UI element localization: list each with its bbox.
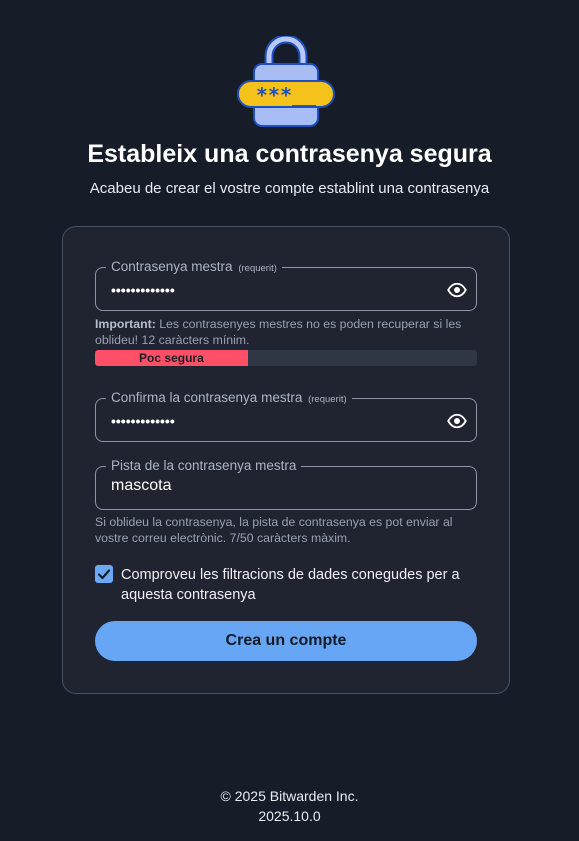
password-hint-note: Si oblideu la contrasenya, la pista de c… (95, 515, 453, 545)
password-hint-legend: Pista de la contrasenya mestra (106, 458, 302, 474)
password-hint-value[interactable]: mascota (111, 477, 171, 495)
password-hint-field[interactable]: Pista de la contrasenya mestra mascota (95, 458, 477, 510)
lock-password-mask: ***__ (256, 83, 317, 107)
footer-version: 2025.10.0 (258, 808, 321, 824)
confirm-password-label: Confirma la contrasenya mestra (111, 390, 303, 405)
breach-check-checkbox[interactable] (95, 565, 113, 583)
master-password-masked-value[interactable]: ••••••••••••• (111, 283, 175, 297)
eye-icon[interactable] (447, 280, 467, 300)
create-account-button[interactable]: Crea un compte (95, 621, 477, 661)
confirm-password-masked-value[interactable]: ••••••••••••• (111, 414, 175, 428)
required-tag: (requerit) (308, 394, 347, 405)
page-title: Estableix una contrasenya segura (87, 140, 492, 168)
master-password-field[interactable]: Contrasenya mestra (requerit) ••••••••••… (95, 259, 477, 311)
password-strength-bar: Poc segura (95, 350, 248, 366)
master-password-legend: Contrasenya mestra (requerit) (106, 259, 282, 277)
page-subtitle: Acabeu de crear el vostre compte establi… (89, 180, 490, 197)
password-strength-meter: Poc segura (95, 350, 477, 366)
lock-password-icon: ***__ (237, 36, 335, 127)
master-password-note: Important: Les contrasenyes mestres no e… (95, 316, 479, 348)
password-hint-label: Pista de la contrasenya mestra (111, 458, 297, 473)
confirm-password-legend: Confirma la contrasenya mestra (requerit… (106, 390, 352, 408)
eye-icon[interactable] (447, 411, 467, 431)
note-important: Important: (95, 317, 156, 331)
set-password-card: Contrasenya mestra (requerit) ••••••••••… (62, 226, 510, 694)
breach-check-label[interactable]: Comproveu les filtracions de dades coneg… (121, 565, 471, 605)
master-password-label: Contrasenya mestra (111, 259, 233, 274)
confirm-password-field[interactable]: Confirma la contrasenya mestra (requerit… (95, 390, 477, 442)
required-tag: (requerit) (238, 263, 277, 274)
footer-copyright: © 2025 Bitwarden Inc. (220, 788, 359, 804)
checkmark-icon (97, 569, 111, 580)
